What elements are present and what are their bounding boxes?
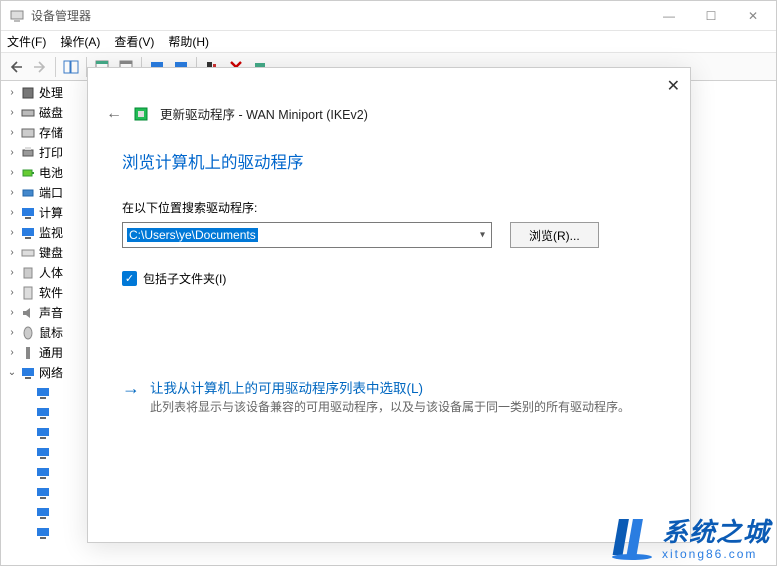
watermark-url: xitong86.com bbox=[662, 547, 770, 561]
audio-icon bbox=[20, 305, 36, 321]
dialog-heading: 浏览计算机上的驱动程序 bbox=[88, 133, 690, 181]
back-arrow-icon[interactable]: ← bbox=[106, 105, 122, 123]
adapter-icon bbox=[35, 425, 51, 441]
update-driver-dialog: ✕ ← 更新驱动程序 - WAN Miniport (IKEv2) 浏览计算机上… bbox=[87, 67, 691, 543]
adapter-icon bbox=[35, 525, 51, 541]
mouse-icon bbox=[20, 325, 36, 341]
pick-from-list-link[interactable]: → 让我从计算机上的可用驱动程序列表中选取(L) 此列表将显示与该设备兼容的可用… bbox=[122, 377, 656, 416]
device-manager-icon bbox=[9, 8, 25, 24]
usb-icon bbox=[20, 345, 36, 361]
adapter-icon bbox=[35, 465, 51, 481]
window-title: 设备管理器 bbox=[31, 7, 654, 24]
dialog-close-icon[interactable]: ✕ bbox=[650, 76, 680, 96]
maximize-button[interactable]: ☐ bbox=[696, 9, 726, 23]
display-cat-icon bbox=[20, 225, 36, 241]
menu-action[interactable]: 操作(A) bbox=[60, 33, 100, 50]
keyboard-icon bbox=[20, 245, 36, 261]
window-controls: — ☐ ✕ bbox=[654, 9, 768, 23]
adapter-icon bbox=[35, 445, 51, 461]
adapter-icon bbox=[35, 385, 51, 401]
printer-icon bbox=[20, 145, 36, 161]
path-combobox[interactable]: C:\Users\ye\Documents ▾ bbox=[122, 222, 492, 248]
cpu-icon bbox=[20, 85, 36, 101]
checkbox-checked-icon: ✓ bbox=[122, 271, 137, 286]
path-value: C:\Users\ye\Documents bbox=[127, 228, 258, 242]
menu-file[interactable]: 文件(F) bbox=[7, 33, 46, 50]
menu-view[interactable]: 查看(V) bbox=[114, 33, 154, 50]
computer-cat-icon bbox=[20, 205, 36, 221]
adapter-icon bbox=[35, 485, 51, 501]
disk-icon bbox=[20, 105, 36, 121]
driver-chip-icon bbox=[132, 105, 150, 123]
battery-icon bbox=[20, 165, 36, 181]
show-tree-icon[interactable] bbox=[60, 56, 82, 78]
browse-button[interactable]: 浏览(R)... bbox=[510, 222, 599, 248]
adapter-icon bbox=[35, 405, 51, 421]
chevron-down-icon[interactable]: ▾ bbox=[480, 230, 485, 241]
pick-from-list-description: 此列表将显示与该设备兼容的可用驱动程序，以及与该设备属于同一类别的所有驱动程序。 bbox=[150, 399, 630, 416]
software-icon bbox=[20, 285, 36, 301]
port-icon bbox=[20, 185, 36, 201]
dialog-title: 更新驱动程序 - WAN Miniport (IKEv2) bbox=[160, 104, 368, 123]
nav-back-icon[interactable] bbox=[5, 56, 27, 78]
pick-from-list-title: 让我从计算机上的可用驱动程序列表中选取(L) bbox=[150, 377, 630, 397]
network-icon bbox=[20, 365, 36, 381]
include-subfolders-label: 包括子文件夹(I) bbox=[143, 270, 226, 287]
menubar: 文件(F) 操作(A) 查看(V) 帮助(H) bbox=[1, 31, 776, 53]
dialog-header: ✕ bbox=[88, 68, 690, 104]
nav-forward-icon[interactable] bbox=[29, 56, 51, 78]
menu-help[interactable]: 帮助(H) bbox=[168, 33, 209, 50]
adapter-icon bbox=[35, 505, 51, 521]
minimize-button[interactable]: — bbox=[654, 9, 684, 23]
close-button[interactable]: ✕ bbox=[738, 9, 768, 23]
arrow-right-icon: → bbox=[122, 378, 140, 398]
storage-icon bbox=[20, 125, 36, 141]
dialog-title-row: ← 更新驱动程序 - WAN Miniport (IKEv2) bbox=[88, 104, 690, 133]
hid-icon bbox=[20, 265, 36, 281]
search-location-label: 在以下位置搜索驱动程序: bbox=[122, 199, 656, 216]
include-subfolders-checkbox[interactable]: ✓ 包括子文件夹(I) bbox=[122, 270, 656, 287]
titlebar: 设备管理器 — ☐ ✕ bbox=[1, 1, 776, 31]
